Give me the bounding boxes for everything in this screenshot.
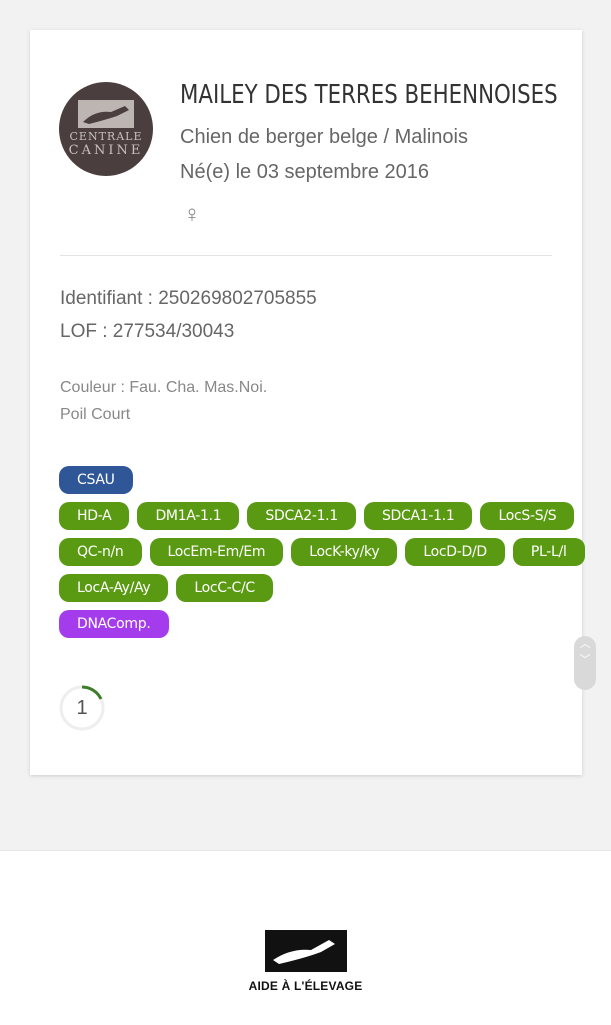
badge-qc[interactable]: QC-n/n — [59, 538, 142, 566]
identifiant: Identifiant : 250269802705855 — [60, 288, 317, 309]
scroll-handle[interactable]: ︿ ﹀ — [574, 636, 596, 690]
dog-name: MAILEY DES TERRES BEHENNOISES — [180, 80, 558, 110]
badge-locem[interactable]: LocEm-Em/Em — [149, 538, 284, 566]
badge-hd[interactable]: HD-A — [59, 502, 130, 530]
dog-breed: Chien de berger belge / Malinois — [180, 126, 468, 148]
logo-line-1: CENTRALE — [69, 130, 143, 143]
spinner-count: 1 — [76, 697, 88, 719]
badge-dm1a[interactable]: DM1A-1.1 — [137, 502, 240, 530]
badge-locs[interactable]: LocS-S/S — [480, 502, 575, 530]
logo-line-2: CANINE — [68, 143, 144, 158]
coat-color: Couleur : Fau. Cha. Mas.Noi. — [60, 379, 268, 396]
divider — [60, 255, 552, 256]
badge-dnacomp[interactable]: DNAComp. — [59, 610, 169, 638]
running-dog-icon — [273, 940, 335, 964]
badge-lock[interactable]: LocK-ky/ky — [291, 538, 398, 566]
centrale-canine-logo: CENTRALE CANINE — [59, 82, 153, 176]
aide-elevage-logo[interactable] — [265, 930, 347, 972]
chevron-down-icon: ﹀ — [579, 654, 591, 666]
chevron-up-icon: ︿ — [579, 638, 591, 650]
badge-loca[interactable]: LocA-Ay/Ay — [59, 574, 169, 602]
female-icon: ♀ — [183, 201, 201, 228]
badge-sdca2[interactable]: SDCA2-1.1 — [247, 502, 356, 530]
test-badges: CSAU HD-A DM1A-1.1 SDCA2-1.1 SDCA1-1.1 L… — [59, 466, 585, 646]
birth-date: Né(e) le 03 septembre 2016 — [180, 161, 430, 183]
coat-type: Poil Court — [60, 406, 131, 423]
loading-spinner: 1 — [59, 685, 105, 731]
badge-locc[interactable]: LocC-C/C — [176, 574, 273, 602]
footer-label: AIDE À L'ÉLEVAGE — [248, 979, 363, 993]
lof-number: LOF : 277534/30043 — [60, 321, 235, 342]
badge-csau[interactable]: CSAU — [59, 466, 133, 494]
footer: AIDE À L'ÉLEVAGE — [0, 850, 611, 1025]
dog-card: CENTRALE CANINE MAILEY DES TERRES BEHENN… — [30, 30, 585, 775]
badge-locd[interactable]: LocD-D/D — [405, 538, 505, 566]
dog-silhouette-icon — [78, 100, 134, 128]
badge-pl[interactable]: PL-L/l — [512, 538, 585, 566]
badge-sdca1[interactable]: SDCA1-1.1 — [363, 502, 473, 530]
